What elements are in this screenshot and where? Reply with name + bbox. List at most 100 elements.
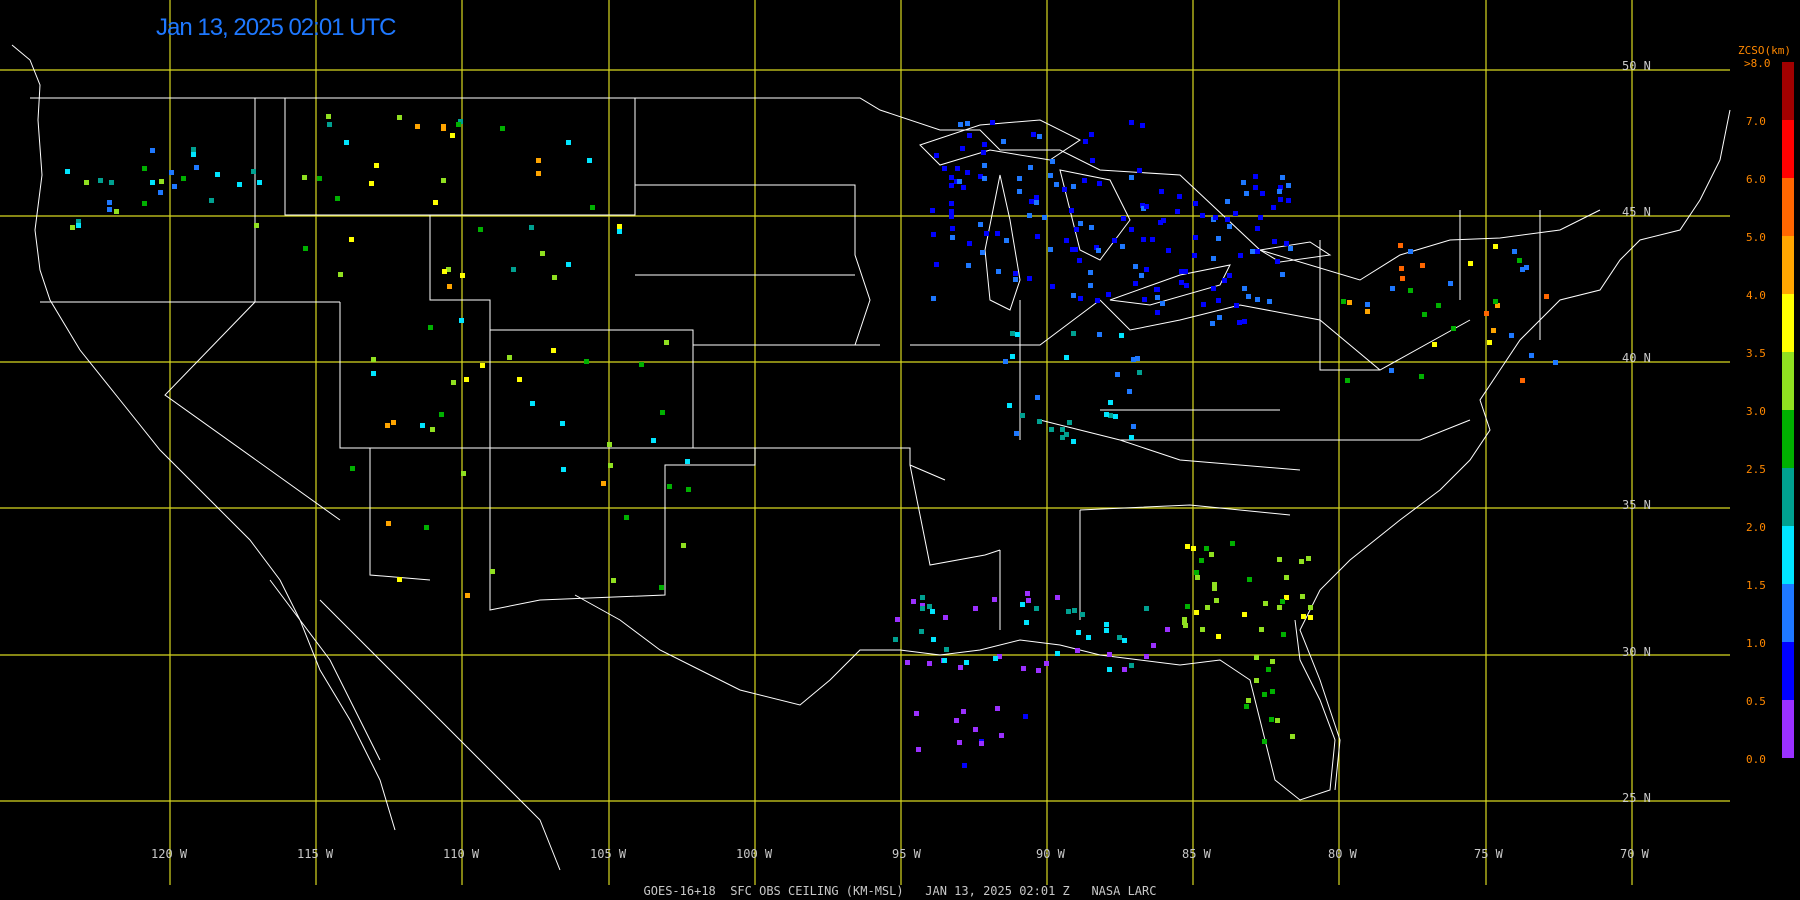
station-marker: [931, 637, 936, 642]
station-marker: [1048, 173, 1053, 178]
station-marker: [1020, 413, 1025, 418]
station-marker: [1399, 266, 1404, 271]
color-scale-tick: 7.0: [1746, 115, 1766, 128]
station-marker: [1129, 175, 1134, 180]
station-marker: [1306, 556, 1311, 561]
station-marker: [973, 727, 978, 732]
station-marker: [159, 179, 164, 184]
station-marker: [1112, 238, 1117, 243]
station-marker: [1284, 241, 1289, 246]
station-marker: [1451, 326, 1456, 331]
station-marker: [1216, 236, 1221, 241]
station-marker: [1096, 248, 1101, 253]
station-marker: [608, 463, 613, 468]
station-marker: [930, 609, 935, 614]
station-marker: [385, 423, 390, 428]
station-marker: [996, 269, 1001, 274]
station-marker: [1060, 435, 1065, 440]
station-marker: [1071, 293, 1076, 298]
lon-label-100w: 100 W: [736, 847, 773, 861]
station-marker: [1266, 667, 1271, 672]
station-marker: [1122, 667, 1127, 672]
station-marker: [927, 661, 932, 666]
station-marker: [1280, 272, 1285, 277]
station-marker: [1216, 298, 1221, 303]
station-marker: [441, 178, 446, 183]
station-marker: [1027, 276, 1032, 281]
station-marker: [1286, 198, 1291, 203]
station-marker: [1031, 132, 1036, 137]
station-marker: [1185, 544, 1190, 549]
station-marker: [1179, 269, 1184, 274]
station-marker: [1013, 277, 1018, 282]
station-marker: [464, 377, 469, 382]
station-marker: [1529, 353, 1534, 358]
station-marker: [1211, 256, 1216, 261]
station-marker: [1345, 378, 1350, 383]
station-marker: [460, 273, 465, 278]
station-marker: [1284, 575, 1289, 580]
station-marker: [566, 140, 571, 145]
station-marker: [1166, 248, 1171, 253]
station-marker: [1034, 195, 1039, 200]
station-marker: [500, 126, 505, 131]
station-marker: [1272, 239, 1277, 244]
station-marker: [659, 585, 664, 590]
color-scale-segment: [1782, 294, 1794, 352]
footer-caption: GOES-16+18 SFC OBS CEILING (KM-MSL) JAN …: [643, 884, 1157, 898]
color-scale-tick: 3.5: [1746, 347, 1766, 360]
station-marker: [1161, 218, 1166, 223]
station-marker: [1159, 189, 1164, 194]
station-marker: [1468, 261, 1473, 266]
gulf-coastline: [574, 594, 1336, 801]
lat-label-45n: 45 N: [1622, 205, 1651, 219]
station-marker: [551, 348, 556, 353]
station-marker: [397, 577, 402, 582]
color-scale-segment: [1782, 410, 1794, 468]
station-marker: [931, 296, 936, 301]
station-marker: [1029, 199, 1034, 204]
station-marker: [536, 158, 541, 163]
station-marker: [1277, 557, 1282, 562]
station-marker: [1509, 333, 1514, 338]
station-marker: [1200, 627, 1205, 632]
station-marker: [1258, 215, 1263, 220]
color-scale-segment: [1782, 642, 1794, 700]
station-marker: [1275, 718, 1280, 723]
station-marker: [1144, 267, 1149, 272]
station-marker: [984, 231, 989, 236]
station-marker: [1246, 294, 1251, 299]
station-marker: [664, 340, 669, 345]
station-marker: [1025, 591, 1030, 596]
station-marker: [995, 706, 1000, 711]
station-marker: [1195, 575, 1200, 580]
station-marker: [1255, 249, 1260, 254]
station-marker: [1054, 182, 1059, 187]
station-marker: [1055, 651, 1060, 656]
station-marker: [540, 251, 545, 256]
station-marker: [895, 617, 900, 622]
station-marker: [943, 615, 948, 620]
color-scale-tick: 1.0: [1746, 637, 1766, 650]
station-marker: [442, 269, 447, 274]
station-marker: [1491, 328, 1496, 333]
station-marker: [930, 208, 935, 213]
station-marker: [624, 515, 629, 520]
station-marker: [1129, 120, 1134, 125]
station-marker: [1069, 208, 1074, 213]
station-marker: [1419, 374, 1424, 379]
station-marker: [1290, 734, 1295, 739]
station-marker: [1184, 283, 1189, 288]
station-marker: [1183, 623, 1188, 628]
station-marker: [450, 133, 455, 138]
station-marker: [1104, 622, 1109, 627]
station-marker: [955, 166, 960, 171]
lake-superior: [919, 119, 1081, 166]
station-marker: [651, 438, 656, 443]
station-marker: [920, 595, 925, 600]
color-scale-segment: [1782, 236, 1794, 294]
station-marker: [934, 262, 939, 267]
station-marker: [107, 207, 112, 212]
station-marker: [958, 665, 963, 670]
station-marker: [451, 380, 456, 385]
